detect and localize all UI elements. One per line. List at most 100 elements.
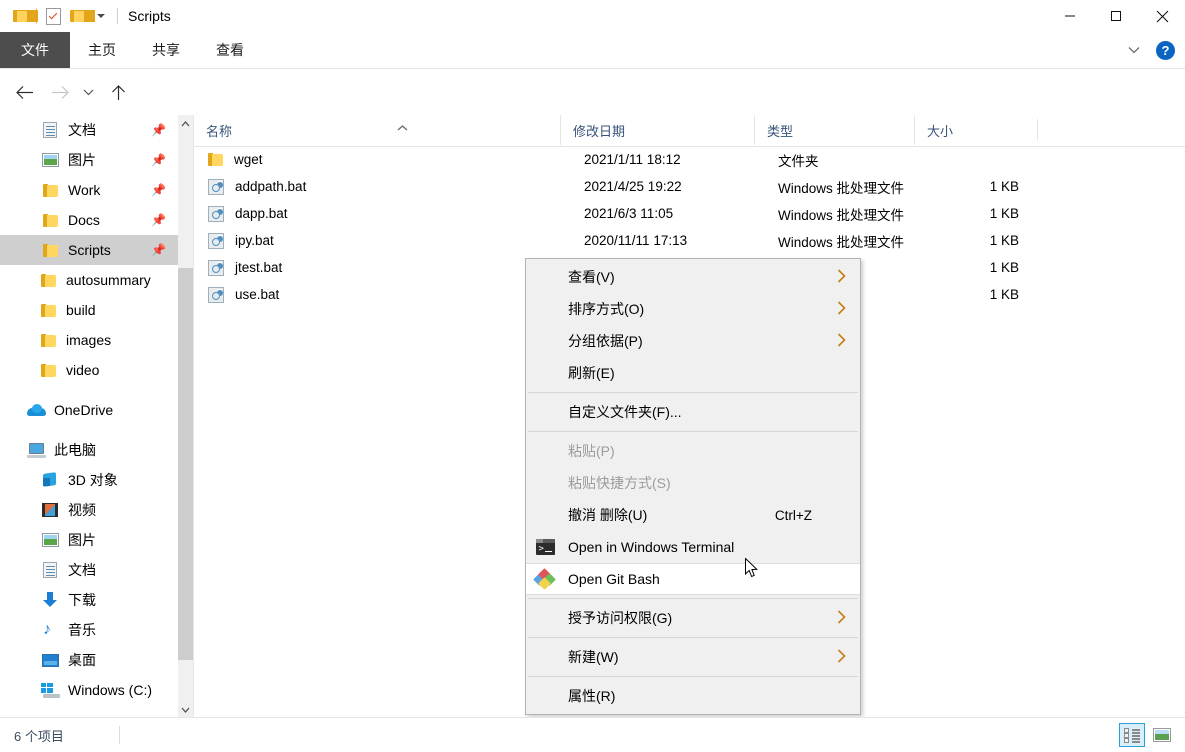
large-icons-view-button[interactable]: [1149, 723, 1175, 747]
scroll-down-icon[interactable]: [178, 701, 193, 718]
sidebar-item-文档[interactable]: 文档📌: [0, 115, 178, 145]
nav-spacer: [0, 385, 178, 395]
sidebar-item-视频[interactable]: 视频: [0, 495, 178, 525]
scroll-up-icon[interactable]: [178, 115, 193, 132]
menu-item-p: 粘贴(P): [526, 435, 860, 467]
tab-file[interactable]: 文件: [0, 32, 70, 68]
column-header-type[interactable]: 类型: [754, 115, 914, 145]
menu-item-o[interactable]: 排序方式(O): [526, 293, 860, 325]
close-button[interactable]: [1139, 0, 1185, 32]
file-name-label: wget: [234, 152, 263, 167]
details-view-icon: [1124, 728, 1140, 742]
file-type-cell: Windows 批处理文件: [778, 177, 904, 197]
tab-home[interactable]: 主页: [78, 32, 126, 68]
file-name-cell[interactable]: use.bat: [194, 287, 560, 303]
tab-share[interactable]: 共享: [142, 32, 190, 68]
new-folder-icon[interactable]: [65, 0, 89, 32]
bat-file-icon: [208, 206, 224, 222]
windows-terminal-icon: >: [535, 538, 555, 556]
menu-item-label: 排序方式(O): [568, 299, 644, 319]
pin-icon[interactable]: 📌: [151, 153, 166, 167]
menu-item-f[interactable]: 自定义文件夹(F)...: [526, 396, 860, 428]
sidebar-item-images[interactable]: images: [0, 325, 178, 355]
details-view-button[interactable]: [1119, 723, 1145, 747]
pin-icon[interactable]: 📌: [151, 213, 166, 227]
menu-item-label: 分组依据(P): [568, 331, 643, 351]
menu-item-label: 新建(W): [568, 647, 619, 667]
column-header-date[interactable]: 修改日期: [560, 115, 754, 145]
sort-indicator-icon: [397, 124, 408, 134]
folder-icon: [38, 270, 58, 290]
forward-button[interactable]: [44, 76, 76, 108]
column-headers: 名称 修改日期 类型 大小: [194, 115, 1185, 147]
menu-item-u[interactable]: 撤消 删除(U)Ctrl+Z: [526, 499, 860, 531]
file-name-cell[interactable]: addpath.bat: [194, 179, 560, 195]
chevron-down-icon[interactable]: [1122, 38, 1146, 62]
chevron-right-icon: [837, 333, 846, 350]
sidebar-item-图片[interactable]: 图片: [0, 525, 178, 555]
scrollbar-thumb[interactable]: [178, 268, 193, 660]
help-icon[interactable]: ?: [1156, 41, 1175, 60]
sidebar-item-桌面[interactable]: 桌面: [0, 645, 178, 675]
thumbnail-view-icon: [1153, 728, 1171, 742]
file-name-cell[interactable]: ipy.bat: [194, 233, 560, 249]
menu-item-label: 粘贴快捷方式(S): [568, 473, 671, 493]
document-icon: [40, 120, 60, 140]
up-button[interactable]: [102, 76, 134, 108]
sidebar-item-文档[interactable]: 文档: [0, 555, 178, 585]
sidebar-item-Windows (C:)[interactable]: Windows (C:): [0, 675, 178, 705]
pin-icon[interactable]: 📌: [151, 123, 166, 137]
recent-locations-button[interactable]: [76, 76, 100, 108]
sidebar-item-video[interactable]: video: [0, 355, 178, 385]
column-header-size[interactable]: 大小: [914, 115, 1037, 145]
table-row[interactable]: ipy.bat2020/11/11 17:13Windows 批处理文件1 KB: [194, 227, 1185, 254]
file-size-cell: 1 KB: [922, 260, 1019, 275]
sidebar-item-Docs[interactable]: Docs📌: [0, 205, 178, 235]
menu-item-e[interactable]: 刷新(E): [526, 357, 860, 389]
menu-item-open-in-windows-terminal[interactable]: >Open in Windows Terminal: [526, 531, 860, 563]
menu-item-p[interactable]: 分组依据(P): [526, 325, 860, 357]
maximize-button[interactable]: [1093, 0, 1139, 32]
column-edge[interactable]: [1037, 119, 1038, 141]
file-explorer-window: Scripts 文件 主页 共享 查看 ?: [0, 0, 1185, 752]
back-button[interactable]: [8, 76, 40, 108]
sidebar-item-此电脑[interactable]: 此电脑: [0, 435, 178, 465]
videos-icon: [40, 500, 60, 520]
this-pc-icon: [26, 440, 46, 460]
sidebar-item-Work[interactable]: Work📌: [0, 175, 178, 205]
pin-icon[interactable]: 📌: [151, 183, 166, 197]
pin-icon[interactable]: 📌: [151, 243, 166, 257]
menu-item-v[interactable]: 查看(V): [526, 261, 860, 293]
column-header-name[interactable]: 名称: [194, 115, 560, 145]
menu-item-w[interactable]: 新建(W): [526, 641, 860, 673]
tab-view[interactable]: 查看: [206, 32, 254, 68]
sidebar-item-build[interactable]: build: [0, 295, 178, 325]
menu-item-shortcut: Ctrl+Z: [775, 508, 812, 523]
sidebar-item-音乐[interactable]: ♪音乐: [0, 615, 178, 645]
file-name-cell[interactable]: jtest.bat: [194, 260, 560, 276]
properties-check-icon[interactable]: [41, 0, 65, 32]
table-row[interactable]: wget2021/1/11 18:12文件夹: [194, 146, 1185, 173]
sidebar-item-3D 对象[interactable]: 3D 对象: [0, 465, 178, 495]
table-row[interactable]: dapp.bat2021/6/3 11:05Windows 批处理文件1 KB: [194, 200, 1185, 227]
table-row[interactable]: addpath.bat2021/4/25 19:22Windows 批处理文件1…: [194, 173, 1185, 200]
quick-access-toolbar: [8, 0, 122, 32]
menu-item-label: 自定义文件夹(F)...: [568, 402, 682, 422]
minimize-button[interactable]: [1047, 0, 1093, 32]
chevron-right-icon: [837, 649, 846, 666]
menu-item-open-git-bash[interactable]: Open Git Bash: [526, 563, 860, 595]
sidebar-item-OneDrive[interactable]: OneDrive: [0, 395, 178, 425]
sidebar-item-图片[interactable]: 图片📌: [0, 145, 178, 175]
folder-icon: [208, 153, 223, 166]
sidebar-item-Scripts[interactable]: Scripts📌: [0, 235, 178, 265]
menu-item-r[interactable]: 属性(R): [526, 680, 860, 712]
file-name-label: ipy.bat: [235, 233, 274, 248]
folder-icon[interactable]: [8, 0, 32, 32]
navigation-pane-scrollbar[interactable]: [178, 115, 194, 718]
sidebar-item-autosummary[interactable]: autosummary: [0, 265, 178, 295]
file-name-cell[interactable]: dapp.bat: [194, 206, 560, 222]
menu-item-g[interactable]: 授予访问权限(G): [526, 602, 860, 634]
file-name-cell[interactable]: wget: [194, 152, 560, 167]
sidebar-item-下载[interactable]: 下载: [0, 585, 178, 615]
menu-separator: [528, 598, 858, 599]
